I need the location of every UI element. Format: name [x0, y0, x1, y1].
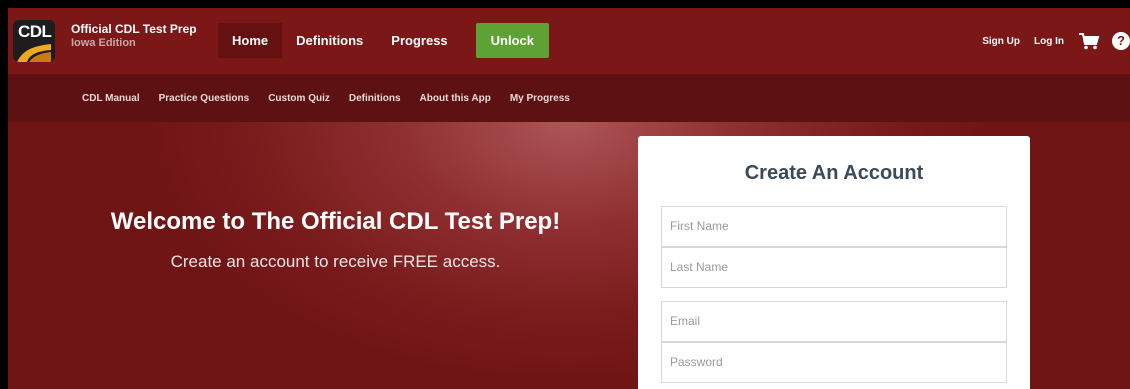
top-bar: CDL Official CDL Test Prep Iowa Edition …: [8, 8, 1130, 74]
subnav-about[interactable]: About this App: [420, 93, 491, 104]
subnav-cdl-manual[interactable]: CDL Manual: [82, 93, 140, 104]
subnav-my-progress[interactable]: My Progress: [510, 93, 570, 104]
sign-up-link[interactable]: Sign Up: [982, 36, 1020, 47]
app-frame: CDL Official CDL Test Prep Iowa Edition …: [8, 8, 1130, 389]
nav-definitions[interactable]: Definitions: [282, 23, 377, 58]
hero-tagline: Create an account to receive FREE access…: [170, 252, 501, 271]
app-title: Official CDL Test Prep: [71, 22, 197, 36]
subnav-practice-questions[interactable]: Practice Questions: [159, 93, 250, 104]
brand[interactable]: Official CDL Test Prep Iowa Edition: [71, 22, 197, 50]
subnav-custom-quiz[interactable]: Custom Quiz: [268, 93, 330, 104]
road-icon: [17, 44, 51, 62]
help-icon[interactable]: ?: [1112, 32, 1130, 50]
last-name-field[interactable]: Last Name: [661, 247, 1007, 288]
log-in-link[interactable]: Log In: [1034, 36, 1064, 47]
cdl-logo-icon[interactable]: CDL: [13, 20, 55, 62]
password-field[interactable]: Password: [661, 342, 1007, 383]
create-account-title: Create An Account: [744, 162, 924, 184]
account-links: Sign Up Log In ?: [982, 32, 1130, 50]
app-edition: Iowa Edition: [71, 37, 136, 49]
sub-nav: CDL Manual Practice Questions Custom Qui…: [8, 74, 1130, 122]
main-nav: Home Definitions Progress Unlock: [218, 23, 550, 58]
first-name-field[interactable]: First Name: [661, 206, 1007, 247]
unlock-button[interactable]: Unlock: [475, 23, 550, 58]
email-field[interactable]: Email: [661, 301, 1007, 342]
create-account-card: Create An Account First Name Last Name E…: [638, 136, 1030, 389]
subnav-definitions[interactable]: Definitions: [349, 93, 401, 104]
nav-progress[interactable]: Progress: [377, 23, 461, 58]
hero-heading: Welcome to The Official CDL Test Prep!: [110, 208, 561, 235]
nav-home[interactable]: Home: [218, 23, 283, 58]
cart-icon[interactable]: [1078, 32, 1100, 50]
